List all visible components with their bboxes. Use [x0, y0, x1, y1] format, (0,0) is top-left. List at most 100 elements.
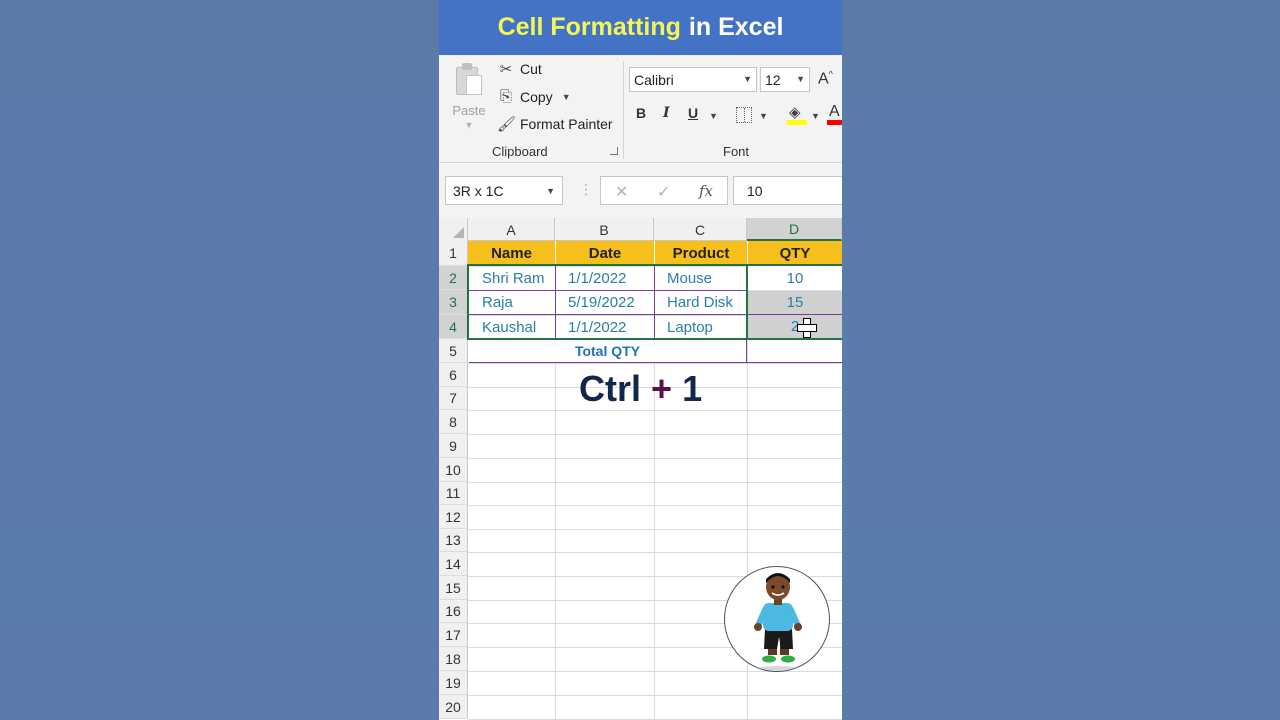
title-rest: in Excel	[688, 13, 784, 41]
name-box[interactable]: 3R x 1C ▼	[445, 176, 563, 205]
table-border	[469, 290, 747, 291]
column-header-c[interactable]: C	[654, 218, 747, 241]
row-header-19[interactable]: 19	[439, 671, 468, 695]
formula-input[interactable]: 10	[733, 176, 842, 205]
grow-font-icon: A	[818, 70, 829, 88]
chevron-down-icon[interactable]: ▼	[709, 111, 718, 121]
column-header-row: A B C D	[439, 218, 842, 241]
paintbrush-icon: 🖌	[497, 116, 517, 133]
ribbon: Paste ▼ ✂ Cut ⎘ Copy ▼ 🖌 Format Painter …	[439, 55, 842, 163]
header-cell-qty[interactable]: QTY	[747, 241, 842, 265]
chevron-down-icon[interactable]: ▼	[546, 186, 555, 196]
row-header-10[interactable]: 10	[439, 458, 468, 482]
row-header-6[interactable]: 6	[439, 363, 468, 387]
cartoon-avatar	[724, 566, 830, 672]
row-header-13[interactable]: 13	[439, 529, 468, 552]
table-border	[469, 314, 747, 315]
font-group-label: Font	[723, 144, 750, 159]
table-cell[interactable]: Hard Disk	[654, 290, 747, 314]
column-header-d[interactable]: D	[747, 218, 842, 241]
cut-label: Cut	[520, 61, 542, 77]
row-header-12[interactable]: 12	[439, 505, 468, 529]
header-cell-date[interactable]: Date	[555, 241, 654, 265]
qty-cell[interactable]: 10	[748, 266, 842, 290]
worksheet-grid[interactable]: A B C D 1 2 3 4 5 6 7 8 9 10 11 12 13 14 15 16 17 18 19 20 …	[439, 218, 842, 720]
row-header-3[interactable]: 3	[439, 290, 468, 315]
bold-button[interactable]: B	[636, 105, 646, 121]
row-header-4[interactable]: 4	[439, 315, 468, 339]
paste-icon	[454, 63, 484, 97]
insert-function-icon[interactable]: fx	[699, 182, 713, 200]
grow-font-button[interactable]: A^	[818, 69, 833, 88]
gridline	[468, 434, 842, 435]
font-color-button[interactable]: A	[827, 103, 842, 125]
borders-icon[interactable]	[736, 107, 752, 123]
paste-button[interactable]: Paste ▼	[449, 61, 489, 141]
enter-icon[interactable]: ✓	[657, 182, 670, 202]
table-border	[555, 266, 556, 339]
chevron-down-icon[interactable]: ▼	[759, 111, 768, 121]
group-divider	[623, 61, 624, 159]
row-header-11[interactable]: 11	[439, 482, 468, 505]
row-header-17[interactable]: 17	[439, 623, 468, 647]
column-header-b[interactable]: B	[555, 218, 654, 241]
table-cell[interactable]: 5/19/2022	[555, 290, 654, 314]
chevron-down-icon: ▼	[464, 120, 474, 130]
format-painter-button[interactable]: 🖌 Format Painter	[497, 115, 613, 133]
qty-cell[interactable]: 2	[748, 315, 842, 338]
cancel-icon[interactable]: ✕	[615, 182, 628, 202]
format-painter-label: Format Painter	[520, 116, 613, 132]
font-name-value: Calibri	[634, 71, 674, 88]
header-cell-product[interactable]: Product	[654, 241, 747, 265]
shortcut-plus: +	[651, 368, 673, 409]
dialog-launcher-icon[interactable]	[610, 147, 618, 155]
video-title: Cell Formatting in Excel	[439, 0, 842, 55]
row-header-1[interactable]: 1	[439, 241, 468, 266]
row-header-2[interactable]: 2	[439, 266, 468, 290]
chevron-down-icon[interactable]: ▼	[811, 111, 820, 121]
table-cell[interactable]: Raja	[469, 290, 555, 314]
table-cell[interactable]: Shri Ram	[469, 266, 555, 290]
table-cell[interactable]: Kaushal	[469, 315, 555, 339]
row-header-5[interactable]: 5	[439, 339, 468, 363]
copy-label: Copy	[520, 88, 553, 105]
gridline	[468, 410, 842, 411]
font-color-swatch	[827, 120, 842, 125]
copy-button[interactable]: ⎘ Copy ▼	[497, 88, 571, 105]
row-header-7[interactable]: 7	[439, 387, 468, 410]
copy-icon: ⎘	[499, 88, 512, 105]
row-header-14[interactable]: 14	[439, 552, 468, 576]
table-border	[654, 266, 655, 339]
paste-label: Paste	[452, 103, 486, 118]
column-header-a[interactable]: A	[468, 218, 555, 241]
fill-color-button[interactable]: ◈	[787, 103, 807, 125]
table-cell[interactable]: Mouse	[654, 266, 747, 290]
header-cell-name[interactable]: Name	[468, 241, 555, 265]
cut-button[interactable]: ✂ Cut	[497, 60, 542, 78]
row-header-9[interactable]: 9	[439, 434, 468, 458]
formula-buttons: ✕ ✓ fx	[600, 176, 728, 205]
gridline	[468, 505, 842, 506]
font-size-select[interactable]: 12 ▼	[760, 67, 810, 92]
table-cell[interactable]: Laptop	[654, 315, 747, 339]
select-all-corner[interactable]	[439, 218, 468, 241]
underline-button[interactable]: U	[688, 105, 698, 121]
italic-button[interactable]: I	[663, 105, 670, 121]
row-header-15[interactable]: 15	[439, 576, 468, 600]
total-qty-label[interactable]: Total QTY	[469, 339, 746, 363]
row-header-18[interactable]: 18	[439, 647, 468, 671]
chevron-down-icon[interactable]: ▼	[562, 92, 571, 102]
scissors-icon: ✂	[499, 61, 513, 78]
font-name-select[interactable]: Calibri ▼	[629, 67, 757, 92]
font-size-value: 12	[765, 71, 781, 88]
table-border	[748, 314, 842, 315]
row-header-8[interactable]: 8	[439, 410, 468, 434]
table-cell[interactable]: 1/1/2022	[555, 266, 654, 290]
font-color-icon: A	[829, 103, 840, 120]
table-cell[interactable]: 1/1/2022	[555, 315, 654, 339]
row-header-20[interactable]: 20	[439, 695, 468, 719]
video-frame: Cell Formatting in Excel Paste ▼ ✂ Cut ⎘…	[439, 0, 842, 720]
row-header-16[interactable]: 16	[439, 600, 468, 623]
drag-handle-icon[interactable]: ⋮	[579, 181, 593, 198]
qty-cell[interactable]: 15	[748, 291, 842, 314]
